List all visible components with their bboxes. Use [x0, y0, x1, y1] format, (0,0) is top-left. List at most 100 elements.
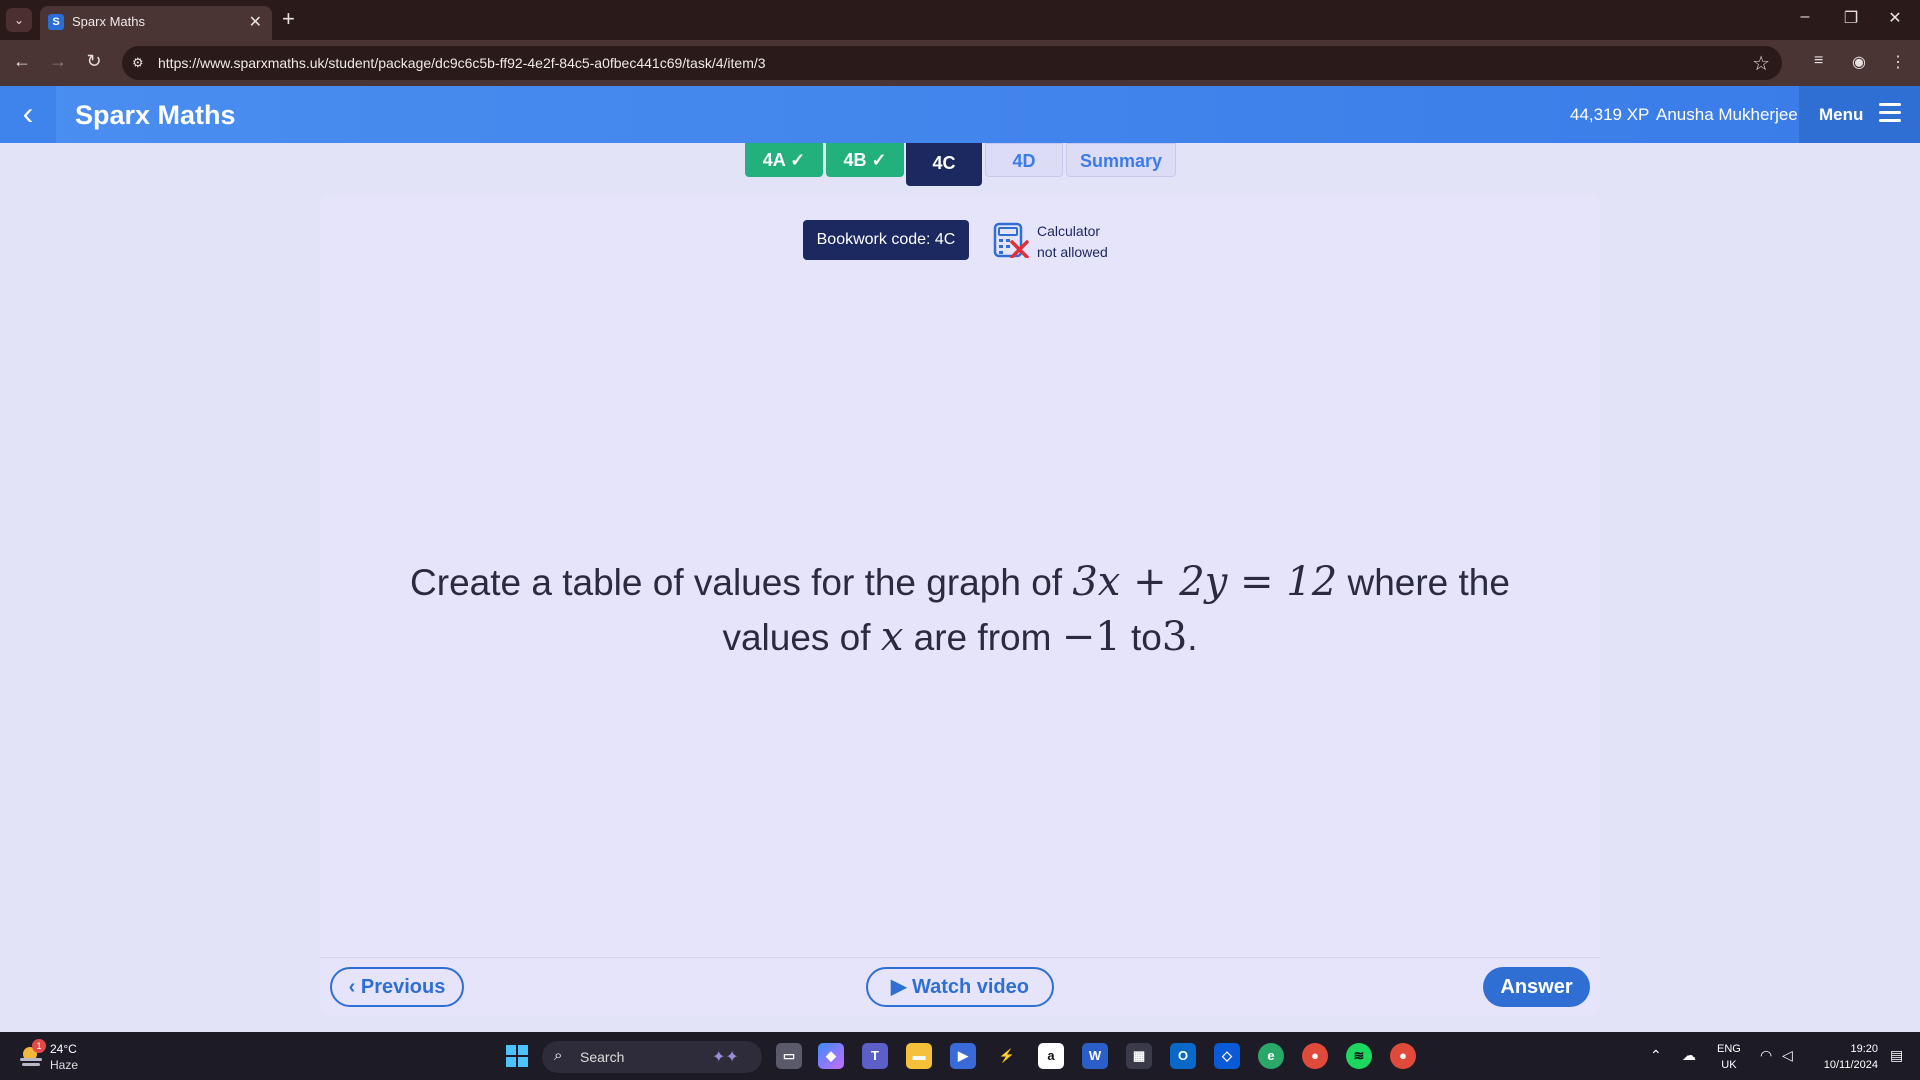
store-icon[interactable]: ▦: [1126, 1043, 1152, 1069]
browser-tab[interactable]: S Sparx Maths ✕: [40, 6, 272, 40]
previous-label: Previous: [360, 976, 446, 998]
app-header: ‹ Sparx Maths 44,319 XP Anusha Mukherjee…: [0, 86, 1920, 143]
menu-button[interactable]: Menu: [1799, 86, 1920, 143]
word-icon[interactable]: W: [1082, 1043, 1108, 1069]
calculator-not-allowed-icon: [993, 222, 1029, 258]
video-camera-icon: ▶: [891, 976, 912, 998]
user-name: Anusha Mukherjee: [1656, 105, 1798, 124]
tab-4c[interactable]: 4C: [906, 143, 982, 186]
language-code: ENG: [1717, 1043, 1741, 1055]
tab-title: Sparx Maths: [72, 14, 145, 29]
previous-button[interactable]: ‹ Previous: [330, 967, 464, 1007]
brand-title[interactable]: Sparx Maths: [75, 100, 236, 131]
task-view-icon[interactable]: ▭: [776, 1043, 802, 1069]
tab-label: 4D: [1012, 151, 1036, 171]
hamburger-icon: [1879, 103, 1901, 123]
weather-temperature[interactable]: 24°C: [50, 1042, 77, 1056]
windows-start-icon[interactable]: [506, 1045, 528, 1067]
clock-date: 10/11/2024: [1823, 1059, 1878, 1071]
question-part: are from: [913, 617, 1052, 658]
weather-notification-badge: 1: [32, 1039, 46, 1053]
profile-avatar-icon[interactable]: ◉: [1852, 52, 1866, 72]
back-arrow-icon[interactable]: ←: [10, 51, 34, 72]
calculator-status: Calculator not allowed: [1037, 221, 1108, 263]
tab-search-icon[interactable]: ⌄: [6, 8, 32, 32]
bookwork-code-badge: Bookwork code: 4C: [803, 220, 969, 260]
language-indicator[interactable]: ENG UK: [1717, 1041, 1741, 1073]
onedrive-cloud-icon[interactable]: ☁: [1682, 1047, 1696, 1064]
calculator-restriction: not allowed: [1037, 244, 1108, 260]
search-highlight-icon: ✦✦: [712, 1049, 739, 1066]
range-start: −1: [1061, 614, 1121, 660]
spotify-icon[interactable]: ≋: [1346, 1043, 1372, 1069]
question-part: Create a table of values for the graph o…: [410, 562, 1063, 603]
address-bar[interactable]: ⚙ https://www.sparxmaths.uk/student/pack…: [122, 46, 1782, 80]
notifications-icon[interactable]: ▤: [1890, 1047, 1903, 1064]
forward-arrow-icon[interactable]: →: [46, 51, 70, 72]
reading-list-icon[interactable]: ≡: [1814, 52, 1823, 70]
show-hidden-icons-icon[interactable]: ⌃: [1650, 1047, 1662, 1064]
tab-label: 4A: [762, 150, 786, 170]
copilot-icon[interactable]: ◆: [818, 1043, 844, 1069]
card-footer-divider: [320, 957, 1600, 958]
watch-video-label: Watch video: [911, 976, 1029, 998]
chevron-left-icon: ‹: [348, 976, 361, 998]
tab-label: Summary: [1079, 151, 1163, 171]
calculator-label: Calculator: [1037, 223, 1101, 239]
new-tab-icon[interactable]: +: [282, 6, 295, 32]
tab-summary[interactable]: Summary: [1066, 143, 1176, 177]
back-chevron-icon[interactable]: ‹: [0, 86, 56, 143]
tab-label: 4B: [843, 150, 867, 170]
dropbox-icon[interactable]: ◇: [1214, 1043, 1240, 1069]
equation-text: 3x + 2y = 12: [1072, 559, 1338, 605]
volume-icon[interactable]: ◁: [1782, 1047, 1793, 1064]
browser-tabstrip: ⌄ S Sparx Maths ✕ + – ❐ ✕: [0, 0, 1920, 40]
question-part: to: [1130, 617, 1162, 658]
media-player-icon[interactable]: ▶: [950, 1043, 976, 1069]
url-text: https://www.sparxmaths.uk/student/packag…: [158, 55, 766, 71]
amazon-icon[interactable]: a: [1038, 1043, 1064, 1069]
question-end: .: [1187, 617, 1198, 658]
teams-icon[interactable]: T: [862, 1043, 888, 1069]
close-window-icon[interactable]: ✕: [1880, 8, 1910, 28]
more-options-icon[interactable]: ⋮: [1890, 52, 1906, 72]
keyboard-layout: UK: [1721, 1059, 1737, 1071]
answer-button[interactable]: Answer: [1483, 967, 1590, 1007]
range-end: 3: [1161, 614, 1188, 660]
question-text: Create a table of values for the graph o…: [380, 555, 1540, 665]
system-clock[interactable]: 19:20 10/11/2024: [1808, 1041, 1878, 1073]
chrome-icon[interactable]: ●: [1302, 1043, 1328, 1069]
file-explorer-icon[interactable]: ▬: [906, 1043, 932, 1069]
edge-icon[interactable]: e: [1258, 1043, 1284, 1069]
weather-description[interactable]: Haze: [50, 1058, 78, 1072]
power-automate-icon[interactable]: ⚡: [994, 1043, 1020, 1069]
browser-toolbar: ← → ↻ ⚙ https://www.sparxmaths.uk/studen…: [0, 40, 1920, 86]
reload-icon[interactable]: ↻: [82, 51, 106, 72]
xp-counter: 44,319 XP: [1570, 105, 1650, 124]
tab-4b[interactable]: 4B ✓: [826, 143, 904, 177]
check-icon: ✓: [871, 150, 887, 170]
site-settings-icon[interactable]: ⚙: [132, 55, 144, 71]
sparx-favicon-icon: S: [48, 14, 64, 30]
bookmark-star-icon[interactable]: ☆: [1752, 51, 1770, 76]
outlook-icon[interactable]: O: [1170, 1043, 1196, 1069]
search-placeholder: Search: [580, 1049, 625, 1065]
variable: x: [881, 614, 904, 660]
watch-video-button[interactable]: ▶ Watch video: [866, 967, 1054, 1007]
search-icon: ⌕: [554, 1047, 563, 1064]
menu-label: Menu: [1819, 105, 1864, 124]
question-card: Bookwork code: 4C Calculator not allowed…: [320, 195, 1600, 1015]
chrome-profile-icon[interactable]: ●: [1390, 1043, 1416, 1069]
wifi-icon[interactable]: ◠: [1760, 1047, 1772, 1064]
equation: 3x + 2y = 12: [1072, 559, 1337, 605]
check-icon: ✓: [790, 150, 806, 170]
tab-close-icon[interactable]: ✕: [249, 12, 262, 32]
variable-text: x: [880, 614, 904, 660]
restore-icon[interactable]: ❐: [1836, 8, 1866, 28]
tab-4d[interactable]: 4D: [985, 143, 1063, 177]
minimize-icon[interactable]: –: [1790, 8, 1820, 26]
clock-time: 19:20: [1850, 1043, 1878, 1055]
taskbar: 1 24°C Haze ⌕ Search ✦✦ ▭ ◆ T ▬ ▶ ⚡ a W …: [0, 1032, 1920, 1080]
taskbar-search[interactable]: ⌕ Search ✦✦: [542, 1041, 762, 1073]
tab-4a[interactable]: 4A ✓: [745, 143, 823, 177]
